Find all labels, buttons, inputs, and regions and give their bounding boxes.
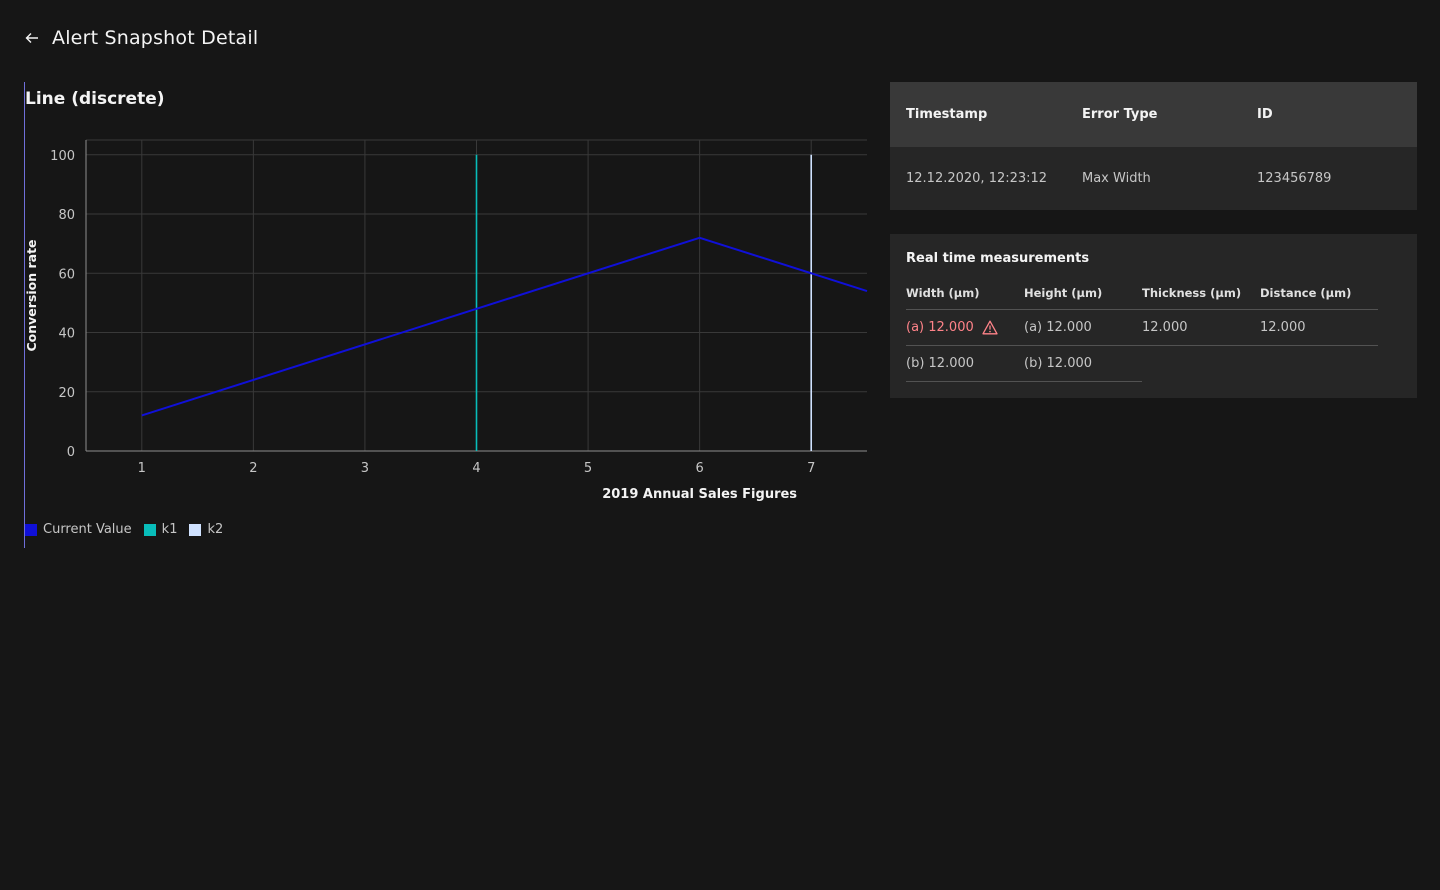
divider	[906, 381, 1142, 382]
legend-swatch	[25, 523, 37, 536]
cell-id: 123456789	[1257, 171, 1332, 186]
cell-distance: 12.000	[1260, 320, 1306, 335]
chart-legend: Current Value k1 k2	[25, 522, 223, 537]
header-width: Width (μm)	[906, 286, 980, 300]
x-axis-label: 2019 Annual Sales Figures	[602, 487, 797, 502]
x-tick-label: 4	[472, 461, 480, 476]
cell-error-type: Max Width	[1082, 171, 1151, 186]
page-title: Alert Snapshot Detail	[52, 27, 259, 49]
legend-swatch	[143, 523, 156, 536]
legend-label: k2	[207, 522, 224, 537]
x-tick-label: 3	[361, 461, 369, 476]
cell-height-b: (b) 12.000	[1024, 356, 1093, 371]
cell-width-a: (a) 12.000	[906, 320, 998, 335]
cell-thickness: 12.000	[1142, 320, 1188, 335]
legend-label: Current Value	[43, 522, 132, 537]
x-tick-label: 7	[807, 461, 815, 476]
alert-table: Timestamp Error Type ID 12.12.2020, 12:2…	[890, 82, 1417, 210]
divider	[906, 309, 1378, 310]
warning-icon	[982, 320, 998, 335]
legend-swatch	[189, 523, 202, 536]
header-thickness: Thickness (μm)	[1142, 286, 1242, 300]
legend-item-k1[interactable]: k1	[143, 522, 178, 537]
alert-table-header: Timestamp Error Type ID	[890, 82, 1417, 147]
page: Alert Snapshot Detail 0 20 40 60 80 100 1 2 3 4 5 6…	[0, 0, 1440, 890]
cell-width-b: (b) 12.000	[906, 356, 975, 371]
line-chart: 0 20 40 60 80 100 1 2 3 4 5 6 7 2019 Annual Sales Fig…	[24, 82, 871, 548]
y-tick-label: 20	[58, 386, 75, 401]
chart-canvas: 0 20 40 60 80 100 1 2 3 4 5 6 7 2019 Annual Sales Fig…	[25, 139, 868, 502]
back-button[interactable]	[22, 28, 42, 48]
x-tick-label: 6	[696, 461, 704, 476]
arrow-left-icon	[25, 33, 38, 43]
x-tick-label: 2	[249, 461, 257, 476]
header-height: Height (μm)	[1024, 286, 1103, 300]
y-tick-label: 0	[67, 445, 75, 460]
divider	[906, 345, 1378, 346]
y-tick-label: 60	[58, 267, 75, 282]
measurements-panel: Real time measurements Width (μm) Height…	[890, 234, 1417, 398]
cell-timestamp: 12.12.2020, 12:23:12	[906, 171, 1048, 186]
y-tick-label: 80	[58, 208, 75, 223]
x-tick-label: 5	[584, 461, 592, 476]
header-distance: Distance (μm)	[1260, 286, 1352, 300]
header-error-type[interactable]: Error Type	[1082, 107, 1158, 122]
legend-label: k1	[161, 522, 178, 537]
legend-item-current-value[interactable]: Current Value	[25, 522, 132, 537]
cell-height-a: (a) 12.000	[1024, 320, 1092, 335]
chart-title: Line (discrete)	[25, 89, 165, 109]
x-tick-label: 1	[138, 461, 146, 476]
series-line-current-value	[141, 236, 868, 417]
header-timestamp[interactable]: Timestamp	[906, 107, 987, 122]
header-id[interactable]: ID	[1257, 107, 1273, 122]
y-tick-label: 100	[50, 149, 75, 164]
table-row[interactable]: 12.12.2020, 12:23:12 Max Width 123456789	[890, 147, 1417, 210]
page-header: Alert Snapshot Detail	[22, 24, 258, 52]
y-axis-label: Conversion rate	[25, 239, 39, 351]
legend-item-k2[interactable]: k2	[189, 522, 223, 537]
measurements-title: Real time measurements	[906, 251, 1090, 266]
y-tick-label: 40	[58, 327, 75, 342]
width-a-value: (a) 12.000	[906, 320, 974, 335]
